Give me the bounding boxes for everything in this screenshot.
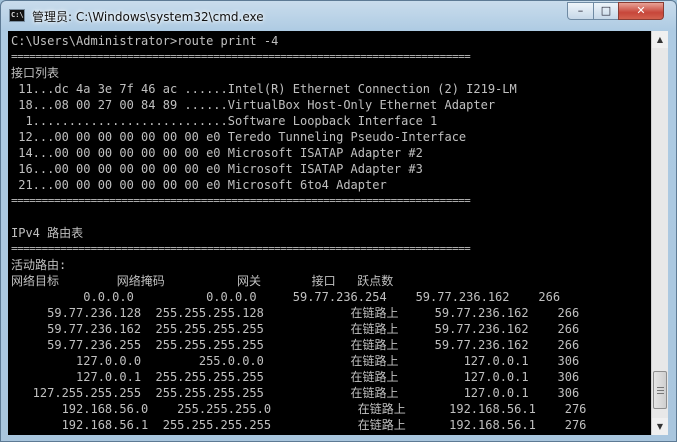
console-line: 192.168.56.1 255.255.255.255 在链路上 192.16… — [11, 418, 587, 432]
vertical-scrollbar[interactable]: ▲ ▼ — [651, 31, 668, 435]
scrollbar-thumb[interactable] — [653, 371, 667, 409]
console-line: 59.77.236.128 255.255.255.128 在链路上 59.77… — [11, 306, 580, 320]
console-line: 14...00 00 00 00 00 00 00 e0 Microsoft I… — [11, 146, 423, 160]
console-line: ========================================… — [11, 242, 471, 255]
console-line: 192.168.56.0 255.255.255.0 在链路上 192.168.… — [11, 402, 587, 416]
console-output[interactable]: C:\Users\Administrator>route print -4 ==… — [8, 31, 651, 435]
window-title: 管理员: C:\Windows\system32\cmd.exe — [32, 10, 264, 24]
console-line: 127.255.255.255 255.255.255.255 在链路上 127… — [11, 386, 580, 400]
cmd-app-icon[interactable]: C:\ — [9, 9, 25, 22]
scroll-down-button[interactable]: ▼ — [652, 418, 668, 435]
thumb-grip — [657, 393, 664, 394]
console-line: 16...00 00 00 00 00 00 00 e0 Microsoft I… — [11, 162, 423, 176]
console-line: C:\Users\Administrator>route print -4 — [11, 34, 279, 48]
title-bar[interactable]: C:\ 管理员: C:\Windows\system32\cmd.exe – □… — [1, 1, 676, 31]
maximize-button[interactable]: □ — [593, 2, 619, 20]
minimize-button[interactable]: – — [567, 2, 594, 20]
close-button[interactable]: ✕ — [618, 2, 664, 20]
console-line: 活动路由: — [11, 258, 67, 272]
console-line: 59.77.236.255 255.255.255.255 在链路上 59.77… — [11, 338, 580, 352]
console-line: ========================================… — [11, 50, 471, 63]
console-line: 0.0.0.0 0.0.0.0 59.77.236.254 59.77.236.… — [11, 290, 561, 304]
thumb-grip — [657, 387, 664, 388]
console-line: 接口列表 — [11, 66, 60, 80]
console-line: 18...08 00 27 00 84 89 ......VirtualBox … — [11, 98, 496, 112]
console-line: 127.0.0.1 255.255.255.255 在链路上 127.0.0.1… — [11, 370, 580, 384]
scroll-up-button[interactable]: ▲ — [652, 31, 668, 48]
cmd-window: C:\ 管理员: C:\Windows\system32\cmd.exe – □… — [0, 0, 677, 442]
console-line: 网络目标 网络掩码 网关 接口 跃点数 — [11, 274, 394, 288]
console-line: 12...00 00 00 00 00 00 00 e0 Teredo Tunn… — [11, 130, 467, 144]
console-line: 127.0.0.0 255.0.0.0 在链路上 127.0.0.1 306 — [11, 354, 580, 368]
console-line: IPv4 路由表 — [11, 226, 84, 240]
console-line: 21...00 00 00 00 00 00 00 e0 Microsoft 6… — [11, 178, 387, 192]
console-line: 59.77.236.162 255.255.255.255 在链路上 59.77… — [11, 322, 580, 336]
console-line: 11...dc 4a 3e 7f 46 ac ......Intel(R) Et… — [11, 82, 517, 96]
thumb-grip — [657, 390, 664, 391]
console-line: ========================================… — [11, 194, 471, 207]
console-line: 1...........................Software Loo… — [11, 114, 438, 128]
